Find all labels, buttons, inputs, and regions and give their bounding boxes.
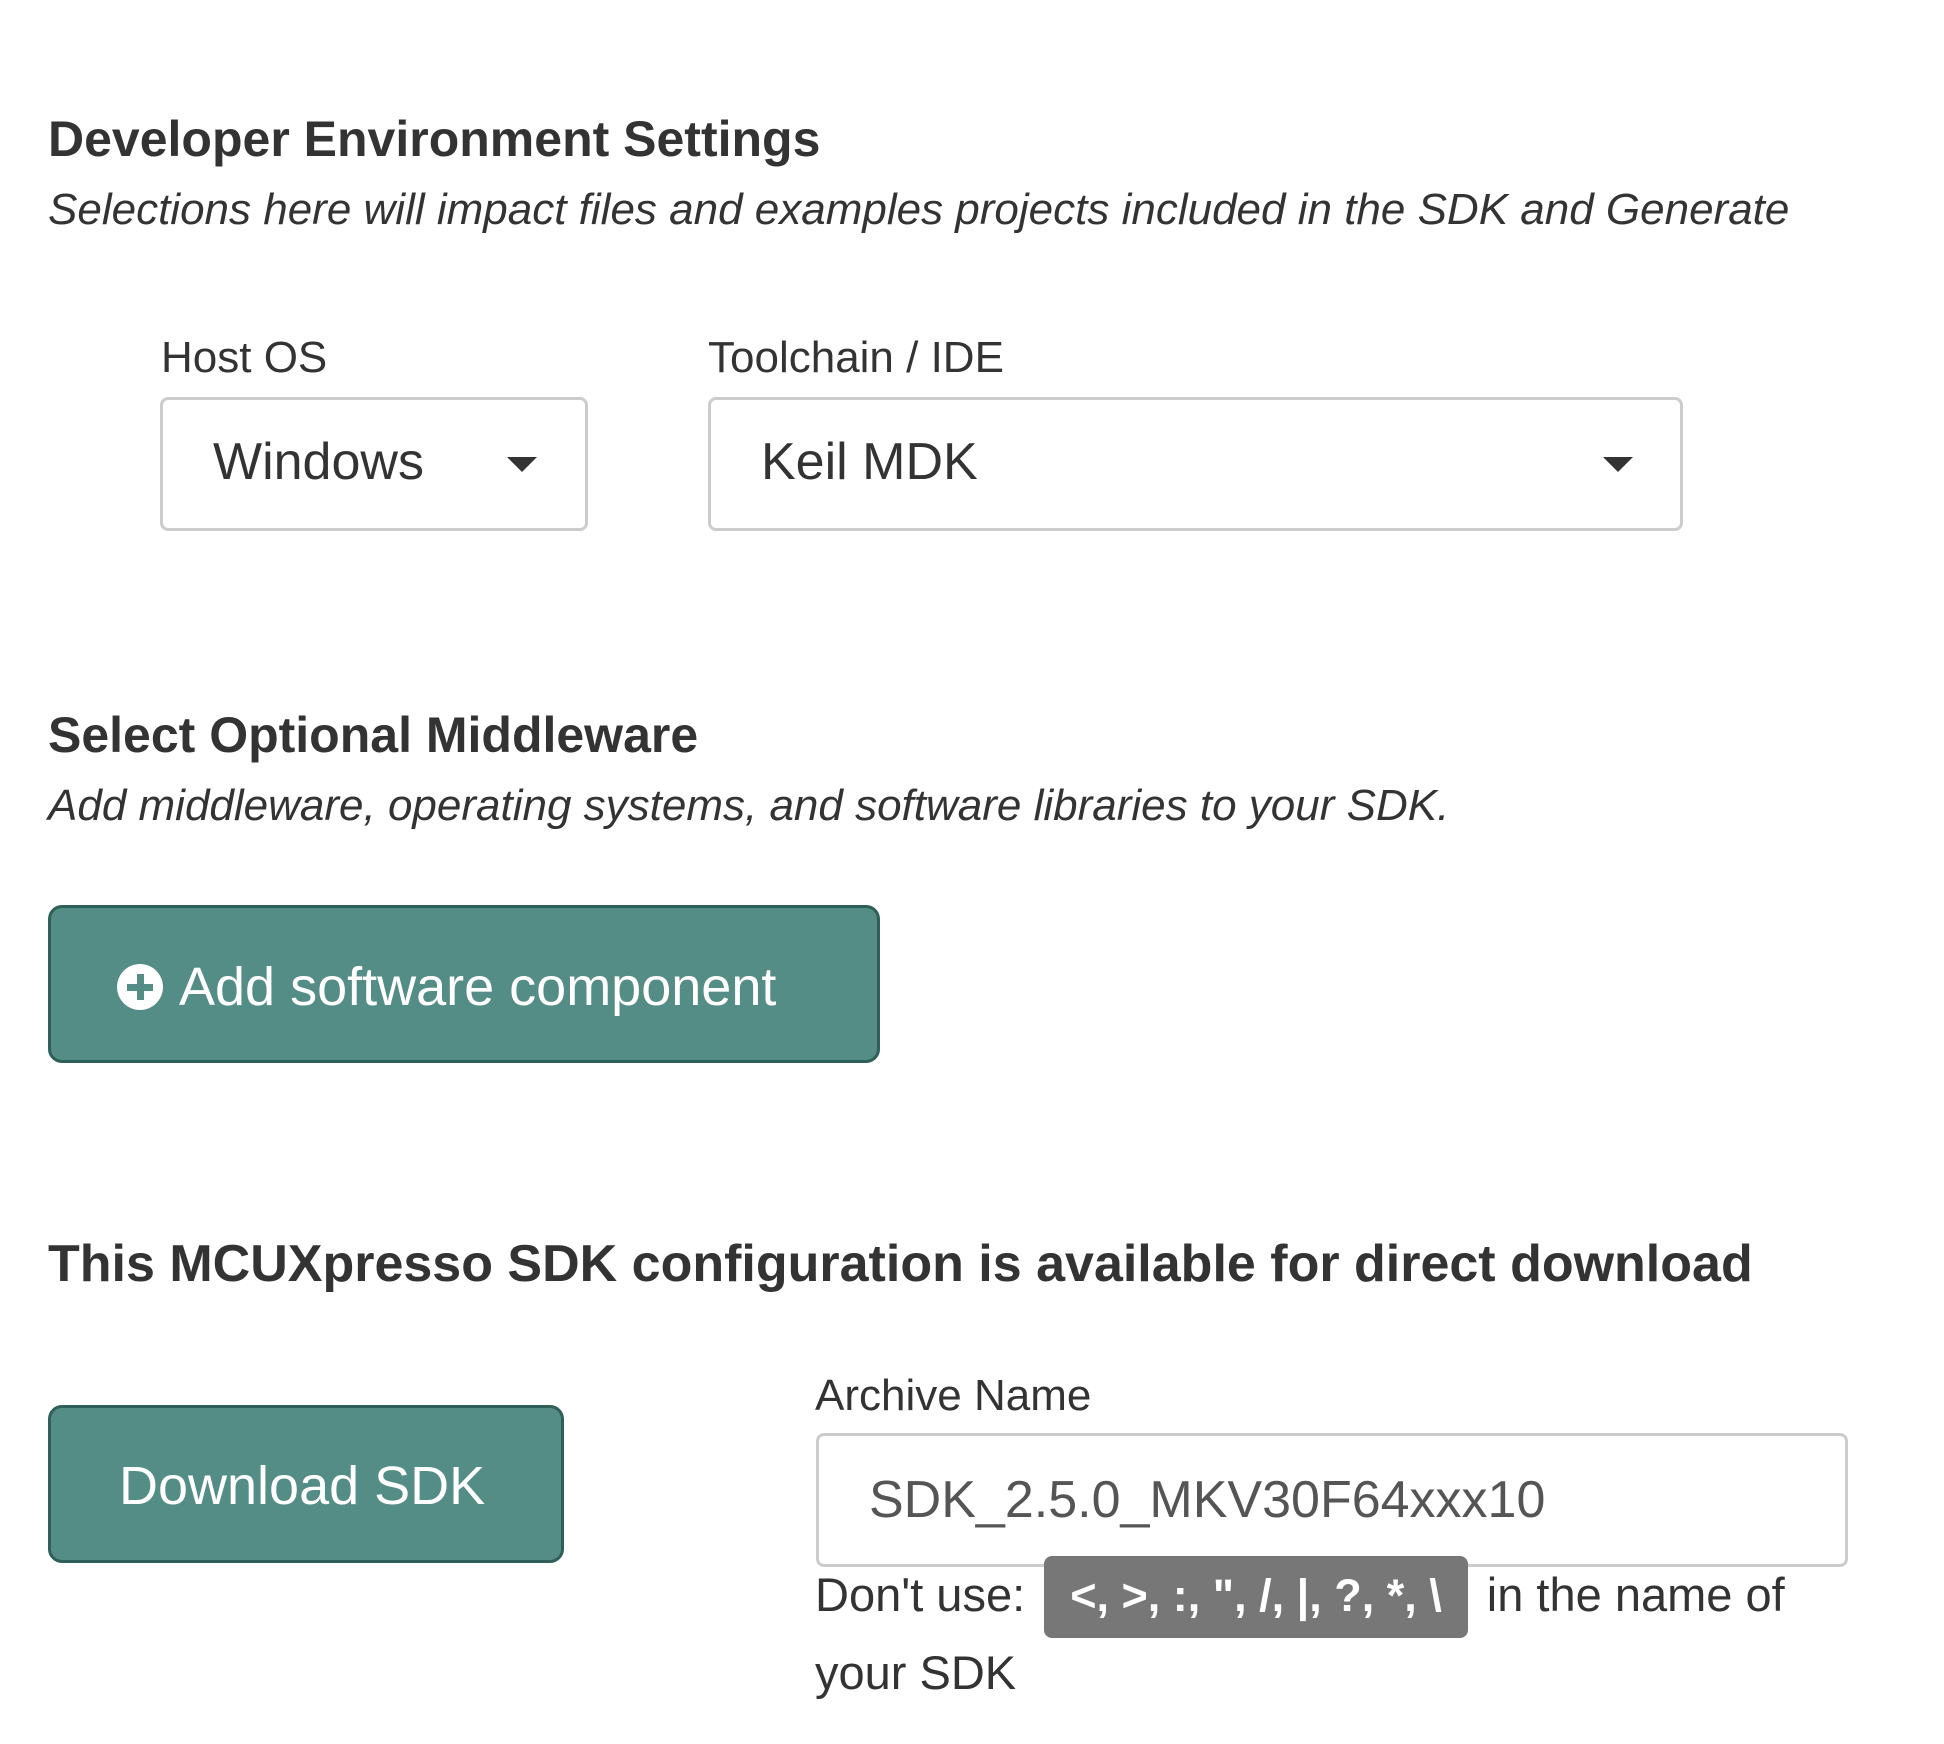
warning-prefix: Don't use: <box>815 1568 1026 1621</box>
plus-circle-icon <box>117 964 163 1010</box>
host-os-selected-value: Windows <box>213 433 424 491</box>
add-software-component-content: Add software component <box>117 956 776 1018</box>
archive-name-input[interactable] <box>816 1433 1848 1567</box>
host-os-select[interactable]: Windows <box>160 397 588 531</box>
download-title: This MCUXpresso SDK configuration is ava… <box>48 1235 1753 1293</box>
environment-settings-title: Developer Environment Settings <box>48 111 821 167</box>
toolchain-selected-value: Keil MDK <box>761 433 978 491</box>
archive-name-label: Archive Name <box>815 1371 1092 1420</box>
toolchain-select[interactable]: Keil MDK <box>708 397 1683 531</box>
caret-down-icon <box>1603 457 1633 472</box>
add-software-component-button[interactable]: Add software component <box>48 905 880 1063</box>
download-sdk-label: Download SDK <box>119 1456 486 1516</box>
middleware-title: Select Optional Middleware <box>48 707 699 763</box>
caret-down-icon <box>507 457 537 472</box>
environment-settings-subtitle: Selections here will impact files and ex… <box>48 185 1790 234</box>
add-software-component-label: Add software component <box>179 957 777 1017</box>
forbidden-chars-badge: <, >, :, ", /, |, ?, *, \ <box>1044 1556 1468 1638</box>
download-sdk-button[interactable]: Download SDK <box>48 1405 564 1563</box>
middleware-subtitle: Add middleware, operating systems, and s… <box>48 781 1450 830</box>
toolchain-label: Toolchain / IDE <box>708 333 1004 382</box>
archive-name-warning: Don't use: <, >, :, ", /, |, ?, *, \ in … <box>815 1556 1875 1707</box>
host-os-label: Host OS <box>161 333 328 382</box>
